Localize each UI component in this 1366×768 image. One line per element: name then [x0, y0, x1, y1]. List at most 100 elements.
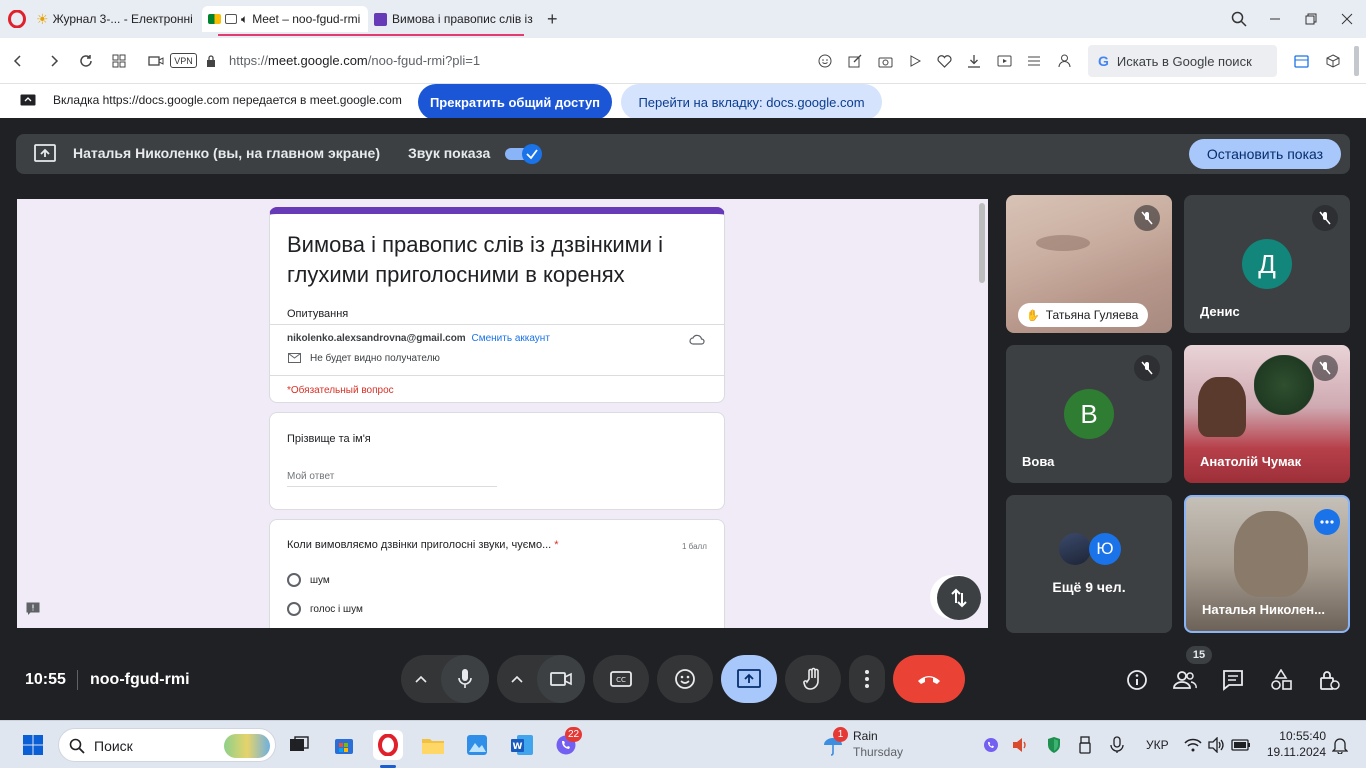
photos-icon[interactable]: [462, 730, 492, 760]
more-options-icon[interactable]: [1314, 509, 1340, 535]
mic-off-icon: [1134, 205, 1160, 231]
tab-journal[interactable]: ☀ Журнал 3-... - Електронні: [36, 6, 196, 32]
emoji-icon[interactable]: [815, 51, 835, 71]
extensions-cube-icon[interactable]: [1323, 51, 1343, 71]
vpn-badge[interactable]: VPN: [170, 53, 197, 68]
name-answer-input[interactable]: Мой ответ: [287, 471, 497, 487]
edit-icon[interactable]: [845, 51, 865, 71]
more-options-icon[interactable]: [849, 655, 885, 703]
microphone-icon[interactable]: [441, 655, 489, 703]
camera-icon[interactable]: [537, 655, 585, 703]
cloud-icon: [689, 333, 705, 345]
file-explorer-icon[interactable]: [418, 730, 448, 760]
svg-text:CC: CC: [616, 676, 626, 684]
switch-account-link[interactable]: Сменить аккаунт: [471, 333, 549, 344]
leave-call-icon[interactable]: [893, 655, 965, 703]
windows-start-icon[interactable]: [18, 730, 48, 760]
go-to-tab-button[interactable]: Перейти на вкладку: docs.google.com: [621, 84, 882, 120]
option-label-2: голос і шум: [310, 604, 363, 615]
microphone-tray-icon[interactable]: [1107, 735, 1127, 755]
feedback-icon[interactable]: [26, 602, 40, 615]
stop-presenting-button[interactable]: Остановить показ: [1189, 139, 1341, 169]
forward-icon[interactable]: [44, 51, 64, 71]
taskbar-time[interactable]: 10:55:40: [1262, 729, 1326, 743]
lock-icon[interactable]: [201, 51, 221, 71]
taskbar-search[interactable]: Поиск: [58, 728, 276, 762]
task-view-icon[interactable]: [284, 730, 314, 760]
account-row: nikolenko.alexsandrovna@gmail.com Сменит…: [287, 333, 550, 344]
easy-setup-icon[interactable]: [1024, 51, 1044, 71]
store-icon[interactable]: [329, 730, 359, 760]
more-participants-tile[interactable]: Ю Ещё 9 чел.: [1006, 495, 1172, 633]
divider: [270, 324, 724, 325]
google-search-box[interactable]: G Искать в Google поиск: [1088, 45, 1277, 77]
tab-search-icon[interactable]: [1229, 9, 1249, 29]
word-icon[interactable]: W: [507, 730, 537, 760]
notifications-bell-icon[interactable]: [1330, 735, 1350, 755]
share-audio-toggle[interactable]: [505, 144, 543, 164]
audio-options-chevron-icon[interactable]: [401, 655, 441, 703]
participant-name: Вова: [1022, 454, 1055, 469]
participant-tile[interactable]: Д Денис: [1184, 195, 1350, 333]
reactions-icon[interactable]: [657, 655, 713, 703]
shared-screen: Вимова і правопис слів із дзвінкими і гл…: [17, 199, 988, 628]
meeting-details-icon[interactable]: [1124, 667, 1150, 693]
captions-icon[interactable]: CC: [593, 655, 649, 703]
raise-hand-icon[interactable]: [785, 655, 841, 703]
radio-option-2[interactable]: [287, 602, 301, 616]
video-popout-icon[interactable]: [994, 51, 1014, 71]
participant-tile[interactable]: В Вова: [1006, 345, 1172, 483]
security-shield-icon[interactable]: [1044, 735, 1064, 755]
form-header-card: Вимова і правопис слів із дзвінкими і гл…: [269, 207, 725, 403]
camera-indicator-icon[interactable]: [146, 51, 166, 71]
profile-icon[interactable]: [1054, 51, 1074, 71]
share-audio-label: Звук показа: [408, 145, 491, 161]
chat-icon[interactable]: [1220, 667, 1246, 693]
reload-icon[interactable]: [76, 51, 96, 71]
participant-name: Татьяна Гуляева: [1045, 308, 1139, 322]
search-placeholder: Искать в Google поиск: [1116, 53, 1252, 69]
participants-count-badge: 15: [1186, 646, 1212, 664]
new-tab-button[interactable]: +: [547, 9, 558, 30]
audio-tray-icon[interactable]: [1011, 735, 1031, 755]
restore-icon[interactable]: [1301, 9, 1321, 29]
player-icon[interactable]: [905, 51, 925, 71]
avatar: В: [1064, 389, 1114, 439]
tab-meet[interactable]: 🔈︎ Meet – noo-fgud-rmi: [202, 6, 368, 32]
swap-layout-icon[interactable]: [937, 576, 981, 620]
back-icon[interactable]: [8, 51, 28, 71]
speed-dial-icon[interactable]: [109, 51, 129, 71]
snapshot-icon[interactable]: [875, 51, 895, 71]
pip-icon: [225, 14, 237, 24]
participant-tile[interactable]: ✋ Татьяна Гуляева: [1006, 195, 1172, 333]
minimize-icon[interactable]: [1265, 9, 1285, 29]
participant-tile[interactable]: Анатолій Чумак: [1184, 345, 1350, 483]
present-now-icon[interactable]: [721, 655, 777, 703]
self-tile[interactable]: Наталья Николен...: [1184, 495, 1350, 633]
viber-tray-icon[interactable]: [981, 735, 1001, 755]
more-participants-label: Ещё 9 чел.: [1052, 579, 1126, 595]
radio-option-1[interactable]: [287, 573, 301, 587]
url-host: meet.google.com: [268, 53, 368, 68]
video-options-chevron-icon[interactable]: [497, 655, 537, 703]
input-language[interactable]: УКР: [1146, 738, 1169, 752]
opera-taskbar-icon[interactable]: [373, 730, 403, 760]
sidebar-panel-icon[interactable]: [1291, 51, 1311, 71]
wifi-icon[interactable]: [1183, 735, 1203, 755]
usb-device-icon[interactable]: [1075, 735, 1095, 755]
screen-scrollbar[interactable]: [979, 203, 985, 283]
download-icon[interactable]: [964, 51, 984, 71]
volume-icon[interactable]: [1207, 735, 1227, 755]
url-field[interactable]: https://meet.google.com/noo-fgud-rmi?pli…: [229, 53, 480, 68]
weather-day: Thursday: [853, 745, 904, 759]
people-icon[interactable]: [1172, 667, 1198, 693]
stop-sharing-button[interactable]: Прекратить общий доступ: [418, 84, 612, 120]
heart-icon[interactable]: [934, 51, 954, 71]
taskbar-date[interactable]: 19.11.2024: [1262, 745, 1326, 759]
close-window-icon[interactable]: [1337, 9, 1357, 29]
activities-icon[interactable]: [1268, 667, 1294, 693]
opera-logo-icon[interactable]: [8, 10, 26, 28]
tab-form[interactable]: Вимова і правопис слів із: [374, 6, 536, 32]
battery-icon[interactable]: [1231, 735, 1251, 755]
host-controls-icon[interactable]: [1316, 667, 1342, 693]
